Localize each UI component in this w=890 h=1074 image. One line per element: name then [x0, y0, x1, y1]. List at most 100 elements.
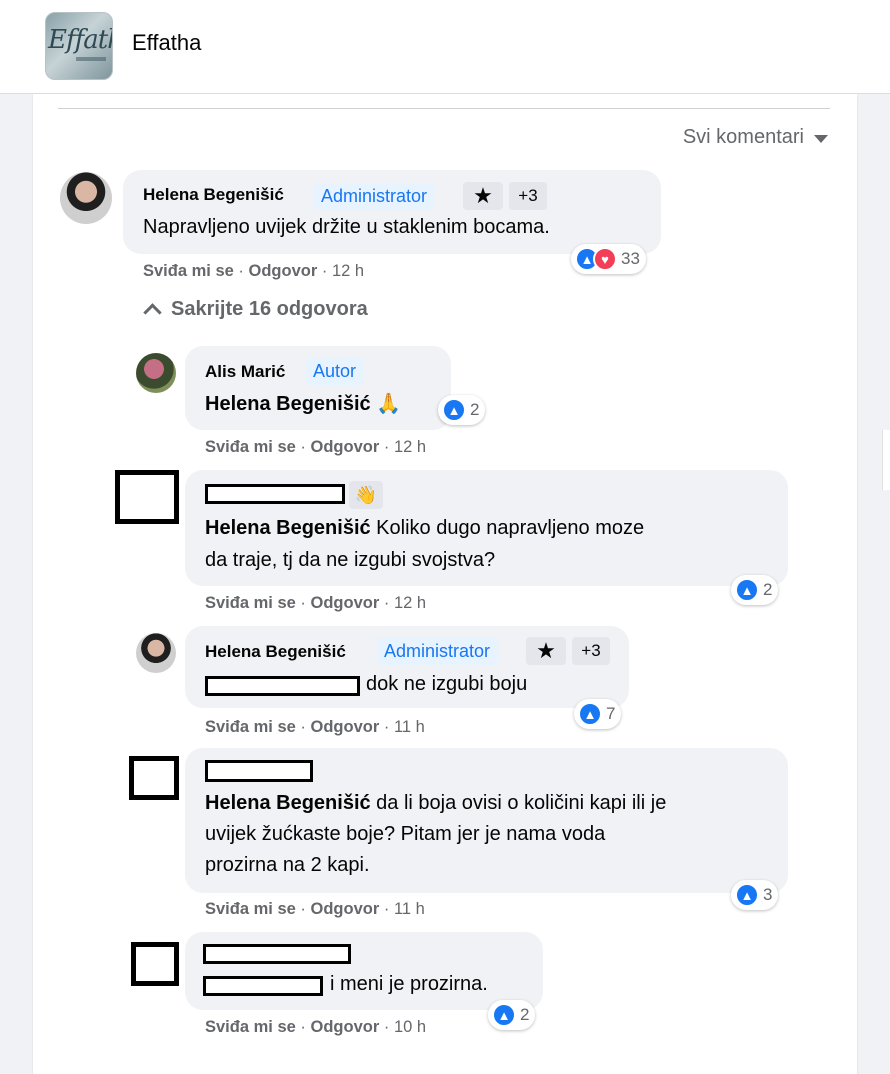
comment-text: dok ne izgubi boju	[366, 673, 528, 695]
reaction-count: 7	[606, 704, 616, 723]
hide-replies-toggle[interactable]: Sakrijte 16 odgovora	[143, 298, 368, 322]
toggle-label: Sakrijte 16 odgovora	[171, 298, 368, 320]
star-icon[interactable]: ★	[526, 637, 566, 665]
timestamp[interactable]: 11 h	[394, 718, 425, 736]
separator: ·	[300, 1018, 306, 1036]
comment-text: Helena Begenišić 🙏	[205, 389, 401, 420]
separator: ·	[300, 438, 306, 456]
reply-link[interactable]: Odgovor	[311, 594, 380, 612]
logo-script: Effatha	[48, 25, 112, 55]
page-logo[interactable]: Effatha	[45, 12, 113, 80]
redacted-name	[203, 944, 351, 964]
redacted-avatar	[131, 942, 179, 986]
reaction-count: 3	[763, 885, 773, 904]
comment-text: Helena Begenišić Koliko dugo napravljeno…	[205, 517, 645, 539]
like-link[interactable]: Sviđa mi se	[205, 900, 296, 918]
like-icon: ▲	[735, 883, 759, 907]
wave-icon: 👋	[349, 481, 383, 509]
logo-subline	[76, 57, 106, 61]
scrollbar[interactable]	[882, 430, 890, 490]
like-link[interactable]: Sviđa mi se	[205, 718, 296, 736]
comment-actions: Sviđa mi se · Odgovor · 11 h	[205, 718, 425, 737]
author-badge[interactable]: Autor	[306, 358, 364, 385]
timestamp[interactable]: 10 h	[394, 1018, 426, 1036]
separator: ·	[238, 262, 244, 280]
like-link[interactable]: Sviđa mi se	[143, 262, 234, 280]
pray-icon: 🙏	[376, 393, 402, 415]
comment-actions: Sviđa mi se · Odgovor · 11 h	[205, 900, 425, 919]
avatar[interactable]	[60, 172, 112, 224]
comment-author[interactable]: Helena Begenišić	[143, 185, 284, 205]
redacted-avatar	[115, 470, 179, 524]
comment-text: i meni je prozirna.	[330, 973, 488, 995]
reaction-count: 2	[520, 1005, 530, 1024]
like-icon: ▲	[492, 1003, 516, 1027]
separator: ·	[383, 594, 390, 612]
comment-actions: Sviđa mi se · Odgovor · 12 h	[205, 594, 426, 613]
admin-badge[interactable]: Administrator	[377, 638, 498, 665]
timestamp[interactable]: 12 h	[332, 262, 364, 280]
like-icon: ▲	[442, 398, 466, 422]
redacted-mention	[205, 676, 360, 696]
reaction-count: 33	[621, 249, 640, 268]
reaction-summary[interactable]: ▲ 2	[731, 575, 779, 605]
mention[interactable]: Helena Begenišić	[205, 517, 371, 539]
comment-text-line: uvijek žućkaste boje? Pitam jer je nama …	[205, 823, 606, 845]
redacted-name	[205, 484, 345, 504]
divider	[58, 108, 830, 109]
reaction-summary[interactable]: ▲ 3	[731, 880, 779, 910]
chevron-up-icon	[143, 303, 162, 322]
reaction-count: 2	[470, 400, 480, 419]
redacted-name	[205, 760, 313, 782]
separator: ·	[321, 262, 328, 280]
like-icon: ▲	[735, 578, 759, 602]
comment-actions: Sviđa mi se · Odgovor · 12 h	[205, 438, 426, 457]
avatar[interactable]	[136, 353, 176, 393]
comment-text-line: da traje, tj da ne izgubi svojstva?	[205, 549, 496, 571]
love-icon: ♥	[593, 247, 617, 271]
timestamp[interactable]: 12 h	[394, 594, 426, 612]
admin-badge[interactable]: Administrator	[314, 183, 435, 210]
reaction-summary[interactable]: ▲ 2	[438, 395, 486, 425]
comment-text: Helena Begenišić da li boja ovisi o koli…	[205, 792, 667, 814]
reaction-summary[interactable]: ▲ 2	[488, 1000, 536, 1030]
reply-link[interactable]: Odgovor	[311, 718, 380, 736]
comment-author[interactable]: Helena Begenišić	[205, 642, 346, 662]
separator: ·	[300, 718, 306, 736]
comment-text-line: prozirna na 2 kapi.	[205, 854, 370, 876]
like-link[interactable]: Sviđa mi se	[205, 438, 296, 456]
extra-badges[interactable]: +3	[509, 182, 547, 210]
reply-link[interactable]: Odgovor	[311, 900, 380, 918]
like-link[interactable]: Sviđa mi se	[205, 1018, 296, 1036]
reaction-count: 2	[763, 580, 773, 599]
reaction-summary[interactable]: ▲ 7	[574, 699, 622, 729]
extra-badges[interactable]: +3	[572, 637, 610, 665]
separator: ·	[300, 900, 306, 918]
star-icon[interactable]: ★	[463, 182, 503, 210]
separator: ·	[383, 718, 390, 736]
caret-down-icon	[814, 135, 828, 143]
timestamp[interactable]: 12 h	[394, 438, 426, 456]
sort-dropdown[interactable]: Svi komentari	[683, 126, 828, 149]
separator: ·	[383, 438, 390, 456]
mention[interactable]: Helena Begenišić	[205, 792, 371, 814]
page-title[interactable]: Effatha	[132, 30, 201, 56]
sort-label: Svi komentari	[682, 126, 804, 148]
comment-author[interactable]: Alis Marić	[205, 362, 285, 382]
reply-link[interactable]: Odgovor	[311, 438, 380, 456]
page-header: Effatha Effatha	[0, 0, 890, 94]
like-link[interactable]: Sviđa mi se	[205, 594, 296, 612]
reply-link[interactable]: Odgovor	[249, 262, 318, 280]
comment-text: Napravljeno uvijek držite u staklenim bo…	[143, 216, 550, 238]
mention[interactable]: Helena Begenišić	[205, 393, 371, 415]
separator: ·	[383, 1018, 390, 1036]
separator: ·	[300, 594, 306, 612]
separator: ·	[383, 900, 390, 918]
redacted-mention	[203, 976, 323, 996]
comment-actions: Sviđa mi se · Odgovor · 10 h	[205, 1018, 426, 1037]
reaction-summary[interactable]: ▲ ♥ 33	[571, 244, 646, 274]
timestamp[interactable]: 11 h	[394, 900, 425, 918]
reply-link[interactable]: Odgovor	[311, 1018, 380, 1036]
avatar[interactable]	[136, 633, 176, 673]
redacted-avatar	[129, 756, 179, 800]
